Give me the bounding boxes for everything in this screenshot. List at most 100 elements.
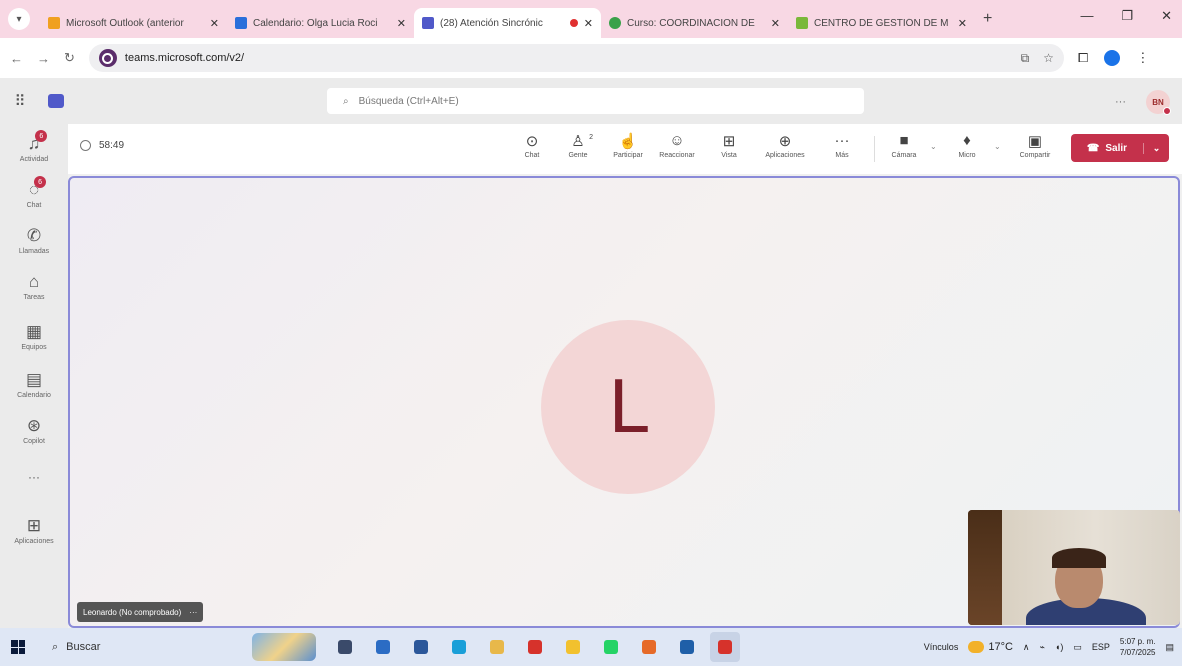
tab-title: (28) Atención Sincrónic <box>440 17 543 29</box>
volume-icon[interactable]: ◖) <box>1055 642 1063 652</box>
more-options-icon[interactable]: ··· <box>189 608 197 617</box>
background-door <box>968 510 1002 625</box>
profile-icon[interactable] <box>1104 50 1121 66</box>
taskbar-app-photos[interactable] <box>710 632 740 662</box>
browser-tab[interactable]: Calendario: Olga Lucia Roci ✕ <box>227 8 414 38</box>
windows-taskbar: ⌕ Buscar Vínculos 17°C ∧ ⌁ ◖) ▭ ESP 5:07… <box>0 628 1182 666</box>
taskbar-app-task-view[interactable] <box>330 632 360 662</box>
tool-label: Cámara <box>891 152 917 159</box>
meeting-timer: 58:49 <box>80 140 124 151</box>
rail-item-more[interactable]: ··· <box>0 470 68 484</box>
rail-item-chat[interactable]: ◌ 6 Chat <box>0 176 68 209</box>
extensions-icon[interactable]: ⧠ <box>1078 50 1088 66</box>
restore-icon[interactable]: ❐ <box>1121 8 1133 24</box>
close-tab-icon[interactable]: ✕ <box>958 17 967 30</box>
chat-button[interactable]: ⊙ Chat <box>509 132 555 159</box>
language-indicator[interactable]: ESP <box>1092 642 1110 652</box>
view-button[interactable]: ⊞ Vista <box>706 132 752 159</box>
rail-item-activity[interactable]: ♫ 6 Actividad <box>0 130 68 163</box>
camera-button[interactable]: ■ Cámara <box>881 132 927 159</box>
bookmark-star-icon[interactable]: ☆ <box>1043 51 1054 66</box>
participant-name-tag[interactable]: Leonardo (No comprobado) ··· <box>77 602 204 622</box>
back-icon[interactable]: ← <box>10 51 23 66</box>
browser-tab[interactable]: Microsoft Outlook (anterior ✕ <box>40 8 227 38</box>
weather-widget[interactable]: 17°C <box>968 641 1013 653</box>
browser-menu-icon[interactable]: ⋮ <box>1136 50 1149 66</box>
taskbar-app-whatsapp[interactable] <box>596 632 626 662</box>
tool-label: Reaccionar <box>659 152 695 159</box>
taskbar-app-store[interactable] <box>368 632 398 662</box>
calendar-icon: ▤ <box>25 370 43 389</box>
more-button[interactable]: ··· Más <box>819 132 865 159</box>
share-button[interactable]: ▣ Compartir <box>1012 132 1058 159</box>
star-favicon-icon <box>796 17 808 29</box>
forward-icon[interactable]: → <box>37 51 50 66</box>
app-launcher-icon[interactable]: ⠿ <box>0 92 40 110</box>
rail-item-tasks[interactable]: ⌂ Tareas <box>0 272 68 301</box>
browser-tab[interactable]: Curso: COORDINACION DE ✕ <box>601 8 788 38</box>
rail-item-copilot[interactable]: ⊛ Copilot <box>0 416 68 445</box>
site-info-icon[interactable] <box>98 49 117 67</box>
smile-icon: ☺ <box>669 132 685 149</box>
leave-button[interactable]: ☎ Salir ⌄ <box>1071 134 1169 162</box>
photos-icon <box>718 640 732 654</box>
taskbar-app-edge[interactable] <box>444 632 474 662</box>
close-tab-icon[interactable]: ✕ <box>771 17 780 30</box>
more-options-icon[interactable]: ··· <box>1115 96 1126 108</box>
mic-button[interactable]: ♦ Micro <box>944 132 990 159</box>
browser-tab[interactable]: CENTRO DE GESTIÓN DE M ✕ <box>788 8 975 38</box>
url-field[interactable]: teams.microsoft.com/v2/ ⧉ ☆ <box>88 44 1064 72</box>
self-video-preview[interactable] <box>968 510 1180 625</box>
react-button[interactable]: ☺ Reaccionar <box>654 132 700 159</box>
tool-label: Micro <box>958 152 976 159</box>
participant-count: 2 <box>589 134 593 141</box>
participant-avatar[interactable]: L <box>541 320 715 494</box>
close-tab-icon[interactable]: ✕ <box>584 17 593 30</box>
search-highlight-image[interactable] <box>252 633 316 661</box>
grid-icon: ⊞ <box>722 133 736 150</box>
battery-icon[interactable]: ▭ <box>1073 642 1082 653</box>
shield-icon <box>80 140 91 151</box>
apps-button[interactable]: ⊕ Aplicaciones <box>762 132 808 159</box>
raise-hand-button[interactable]: ☝ Participar <box>605 132 651 159</box>
people-button[interactable]: ♙ 2 Gente <box>555 132 601 159</box>
taskbar-app-acrobat[interactable] <box>520 632 550 662</box>
rail-item-apps[interactable]: ⊞ Aplicaciones <box>0 516 68 545</box>
taskbar-app-word[interactable] <box>406 632 436 662</box>
clock[interactable]: 5:07 p. m. 7/07/2025 <box>1120 636 1156 658</box>
taskbar-app-files[interactable] <box>482 632 512 662</box>
start-button[interactable] <box>0 628 36 666</box>
notifications-icon[interactable]: ▤ <box>1165 642 1174 653</box>
search-input[interactable]: ⌕ Búsqueda (Ctrl+Alt+E) <box>327 88 864 114</box>
user-avatar[interactable]: BN <box>1146 90 1171 115</box>
rail-item-calls[interactable]: ✆ Llamadas <box>0 226 68 255</box>
tab-search-icon[interactable]: ▾ <box>8 8 30 30</box>
taskbar-app-chrome[interactable] <box>558 632 588 662</box>
cast-icon[interactable]: ⧉ <box>1021 51 1030 66</box>
close-tab-icon[interactable]: ✕ <box>397 17 406 30</box>
toolbar-divider <box>874 136 875 162</box>
taskbar-search[interactable]: ⌕ Buscar <box>36 628 216 666</box>
taskbar-search-label: Buscar <box>66 641 101 653</box>
network-icon[interactable]: ⌁ <box>1040 642 1045 653</box>
new-tab-icon[interactable]: + <box>983 10 992 28</box>
clock-time: 5:07 p. m. <box>1119 637 1156 646</box>
taskbar-app-firefox[interactable] <box>634 632 664 662</box>
leave-options-chevron-icon[interactable]: ⌄ <box>1143 142 1169 154</box>
links-label[interactable]: Vínculos <box>924 642 959 652</box>
reload-icon[interactable]: ↻ <box>64 50 75 66</box>
mic-options-chevron-icon[interactable]: ⌄ <box>994 142 1001 151</box>
taskbar-app-mail[interactable] <box>672 632 702 662</box>
minimize-icon[interactable]: — <box>1080 8 1093 24</box>
close-window-icon[interactable]: ✕ <box>1161 8 1172 24</box>
camera-options-chevron-icon[interactable]: ⌄ <box>930 142 937 151</box>
chrome-icon <box>566 640 580 654</box>
rail-item-calendar[interactable]: ▤ Calendario <box>0 370 68 399</box>
rail-item-teams[interactable]: ▦ Equipos <box>0 322 68 351</box>
browser-tab-active[interactable]: (28) Atención Sincrónic ✕ <box>414 8 601 38</box>
store-icon <box>376 640 390 654</box>
show-hidden-icons-icon[interactable]: ∧ <box>1023 642 1030 653</box>
close-tab-icon[interactable]: ✕ <box>210 17 219 30</box>
tab-title: Calendario: Olga Lucia Roci <box>253 17 378 29</box>
badge: 6 <box>34 176 47 188</box>
